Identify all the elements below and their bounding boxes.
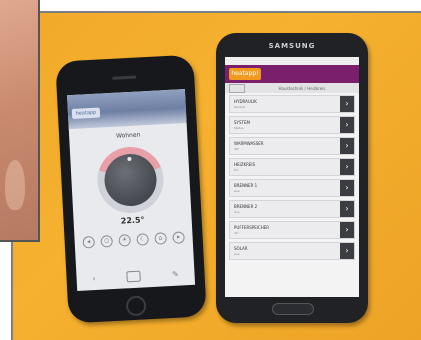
mode-icon-4[interactable]: ☾ (136, 233, 149, 246)
edit-icon[interactable]: ✎ (172, 269, 179, 278)
list-item[interactable]: SOLAR Aus › (229, 242, 355, 260)
list-item-label: PUFFERSPEICHER (234, 225, 270, 230)
back-icon[interactable]: ‹ (92, 273, 96, 282)
chevron-right-icon[interactable]: › (340, 138, 354, 154)
photo-scene: heatapp Wohnen 22.5° ◂ ○ ☀ ☾ ⌂ ▸ ‹ ✎ SAM… (0, 0, 421, 340)
mode-icon-3[interactable]: ☀ (118, 234, 131, 247)
thermostat-dial[interactable] (103, 152, 158, 208)
iphone-device: heatapp Wohnen 22.5° ◂ ○ ☀ ☾ ⌂ ▸ ‹ ✎ (55, 54, 207, 324)
chevron-right-icon[interactable]: › (340, 159, 354, 175)
chevron-right-icon[interactable]: › (340, 180, 354, 196)
list-item-label: BRENNER 2 (234, 204, 258, 209)
list-item[interactable]: PUFFERSPEICHER 41° › (229, 221, 355, 239)
list-item-sub: Zentral (234, 105, 245, 109)
list-item[interactable]: BRENNER 1 Aus › (229, 179, 355, 197)
hand-inset-photo (0, 0, 40, 242)
iphone-banner: heatapp (67, 89, 187, 130)
samsung-device: SAMSUNG heatapp! Haustechnik / Heizkreis… (216, 33, 368, 323)
sub-header: Haustechnik / Heizkreis (225, 83, 359, 93)
chevron-right-icon[interactable]: › (340, 96, 354, 112)
sub-header-title: Haustechnik / Heizkreis (278, 85, 326, 91)
list-item-sub: Ein (234, 168, 239, 172)
iphone-mode-icons: ◂ ○ ☀ ☾ ⌂ ▸ (82, 231, 185, 249)
list-item[interactable]: BRENNER 2 Aus › (229, 200, 355, 218)
screen-icon[interactable] (126, 270, 142, 282)
mode-icon-2[interactable]: ○ (100, 235, 114, 248)
list-item-sub: Status (234, 126, 244, 130)
menu-icon[interactable] (229, 83, 245, 93)
list-item[interactable]: SYSTEM Status › (229, 116, 355, 134)
app-header: heatapp! (225, 65, 359, 83)
mode-icon-6[interactable]: ▸ (172, 231, 185, 244)
iphone-app-logo: heatapp (71, 107, 101, 119)
samsung-screen: heatapp! Haustechnik / Heizkreis HYDRAUL… (225, 57, 359, 297)
list-item-label: SYSTEM (234, 120, 250, 125)
list-item-label: WARMWASSER (234, 141, 264, 146)
mode-icon-5[interactable]: ⌂ (154, 232, 167, 245)
iphone-speaker (112, 75, 137, 80)
list-item-sub: 41° (234, 231, 240, 235)
iphone-footer: ‹ ✎ (76, 261, 195, 291)
list-item-label: SOLAR (234, 246, 248, 251)
chevron-right-icon[interactable]: › (340, 222, 354, 238)
list-item[interactable]: WARMWASSER 48° › (229, 137, 355, 155)
samsung-home-button[interactable] (272, 303, 314, 315)
list-item[interactable]: HYDRAULIK Zentral › (229, 95, 355, 113)
settings-list: HYDRAULIK Zentral › SYSTEM Status › WARM… (225, 93, 359, 260)
list-item-label: BRENNER 1 (234, 183, 258, 188)
list-item-label: HYDRAULIK (234, 99, 257, 104)
chevron-right-icon[interactable]: › (340, 243, 354, 259)
chevron-right-icon[interactable]: › (340, 117, 354, 133)
iphone-room-title: Wohnen (115, 131, 141, 140)
list-item-sub: Aus (234, 252, 240, 256)
iphone-screen: heatapp Wohnen 22.5° ◂ ○ ☀ ☾ ⌂ ▸ ‹ ✎ (67, 89, 196, 291)
list-item-label: HEIZKREIS (234, 162, 256, 167)
list-item-sub: Aus (234, 210, 240, 214)
samsung-brand: SAMSUNG (268, 42, 316, 50)
dial-knob[interactable] (127, 156, 132, 162)
list-item-sub: Aus (234, 189, 240, 193)
list-item[interactable]: HEIZKREIS Ein › (229, 158, 355, 176)
iphone-home-button[interactable] (125, 295, 147, 317)
app-logo-badge[interactable]: heatapp! (229, 68, 261, 80)
thermostat-dial-ring[interactable] (95, 145, 166, 215)
chevron-right-icon[interactable]: › (340, 201, 354, 217)
list-item-sub: 48° (234, 147, 240, 151)
status-bar (225, 57, 359, 65)
iphone-temperature: 22.5° (120, 215, 145, 226)
mode-icon-1[interactable]: ◂ (82, 235, 96, 249)
